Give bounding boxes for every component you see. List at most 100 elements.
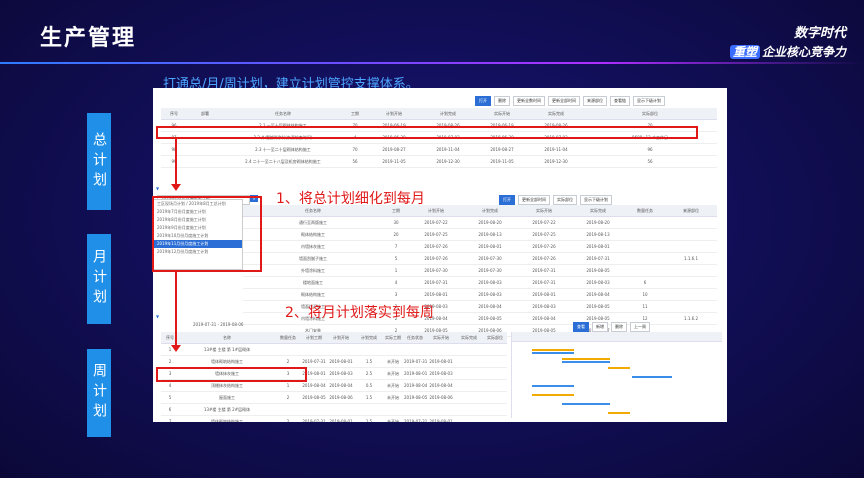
gantt-bar <box>632 376 672 378</box>
table-cell <box>403 403 427 416</box>
table-cell: 2019-07-26 <box>409 252 463 265</box>
table-cell <box>187 143 223 156</box>
table-cell: 2019-12-30 <box>421 155 475 168</box>
table-cell <box>483 391 507 404</box>
toolbar-button[interactable]: 打开 <box>475 96 491 106</box>
table-cell: 2019-11-05 <box>367 155 421 168</box>
toolbar-button[interactable]: 新增 <box>592 322 608 332</box>
toolbar-button[interactable]: 上一周 <box>630 322 650 332</box>
toolbar-button[interactable]: 删除 <box>611 322 627 332</box>
table-row[interactable]: 7 墙体砌筑结构施工 2 2019-07-31 2019-08-01 1.5 未开始 2019… <box>161 415 507 422</box>
page-title: 生产管理 <box>40 26 137 51</box>
column-header: 实际开始 <box>517 205 571 217</box>
table-cell: 2019-08-27 <box>475 143 529 156</box>
table-cell: 2019-08-03 <box>327 367 355 380</box>
table-cell: 2019-11-04 <box>529 143 583 156</box>
table-cell: 1.1.6.1 <box>665 252 717 265</box>
column-header: 实际完成 <box>529 108 583 120</box>
week-plan-label: ▼ <box>156 314 160 319</box>
table-row[interactable]: 楼地面施工 4 2019-07-31 2019-08-03 2019-07-31 2019… <box>243 276 717 289</box>
table-cell: 未开始 <box>383 379 403 392</box>
table-cell: 3 <box>383 288 409 301</box>
table-cell: 2019-08-03 <box>517 300 571 313</box>
table-cell: 2019-07-31 <box>517 264 571 277</box>
table-row[interactable]: 2 墙体砌筑结构施工 2 2019-07-31 2019-08-01 1.5 未开始 2019… <box>161 355 507 368</box>
table-cell <box>483 379 507 392</box>
table-cell: 2019-11-04 <box>421 143 475 156</box>
table-cell: 2019-07-26 <box>517 252 571 265</box>
table-cell: 2019-07-31 <box>301 415 327 422</box>
brand-line1: 数字时代 <box>793 26 846 41</box>
toolbar-button[interactable]: 实际部位 <box>553 195 577 205</box>
toolbar-button[interactable]: 删除 <box>494 96 510 106</box>
brand-line2: 重塑 企业核心竞争力 <box>729 43 846 60</box>
gantt-bar <box>532 394 574 396</box>
table-cell: 6 <box>625 276 665 289</box>
column-header: 计划完成 <box>355 332 383 344</box>
table-row[interactable]: 砌体结构施工 20 2019-07-25 2019-08-13 2019-07-25 20… <box>243 228 717 241</box>
table-row[interactable]: 墙面刮腻子施工 5 2019-07-26 2019-07-30 2019-07-26 20… <box>243 252 717 265</box>
column-header: 任务状态 <box>403 332 427 344</box>
toolbar-button[interactable]: 更新全部时间 <box>518 195 550 205</box>
table-cell: 2019-08-05 <box>571 264 625 277</box>
table-cell <box>665 264 717 277</box>
arrow-head <box>171 184 181 191</box>
table-cell: 2019-08-06 <box>327 391 355 404</box>
table-cell: 2019-08-01 <box>427 355 455 368</box>
table-cell: 2019-08-05 <box>301 391 327 404</box>
gantt-bar <box>532 349 574 351</box>
table-cell: 未开始 <box>383 367 403 380</box>
table-cell: 5 <box>383 252 409 265</box>
table-cell: 2019-08-04 <box>517 312 571 325</box>
gantt-bar <box>608 367 630 369</box>
table-cell: 2019-08-03 <box>427 367 455 380</box>
table-cell: 7 <box>161 415 179 422</box>
highlight-master-row <box>156 126 698 139</box>
table-cell: 2019-08-05 <box>571 300 625 313</box>
table-row[interactable]: 内墙抹灰施工 7 2019-07-26 2019-08-01 2019-07-26 201… <box>243 240 717 253</box>
arrow-line <box>175 272 177 346</box>
gantt-bar <box>532 385 574 387</box>
toolbar-button[interactable]: 更新全数时间 <box>513 96 545 106</box>
table-cell: 墙体砌筑结构施工 <box>179 355 275 368</box>
table-cell: 外墙涂料施工 <box>243 264 383 277</box>
table-cell: 2019-08-01 <box>517 288 571 301</box>
table-cell: 96 <box>583 143 717 156</box>
toolbar-button[interactable]: 打开 <box>499 195 515 205</box>
table-row[interactable]: 外墙涂料施工 1 2019-07-30 2019-07-30 2019-07-31 201… <box>243 264 717 277</box>
table-cell: 2019-07-31 <box>517 276 571 289</box>
table-row[interactable]: 6 13#楼 主楼 第 2#层砌体 <box>161 403 507 416</box>
toolbar-button[interactable]: 显示下级计划 <box>633 96 665 106</box>
table-cell <box>301 403 327 416</box>
table-cell: 2019-08-03 <box>571 276 625 289</box>
table-row[interactable]: 通行至两版施工 30 2019-07-22 2019-08-20 2019-07-22 2… <box>243 216 717 229</box>
toolbar-button[interactable]: 查看 <box>573 322 589 332</box>
table-row[interactable]: 1 13#楼 主楼 第 1#层砌体 <box>161 343 507 356</box>
table-cell: 2.3 十一至二十层砌体结构施工 <box>223 143 343 156</box>
table-cell: 0.5 <box>355 379 383 392</box>
toolbar-button[interactable]: 更新全部时间 <box>548 96 580 106</box>
table-cell <box>187 155 223 168</box>
table-row[interactable]: 99 2.4 二十一至二十八层及机房砌体结构施工 56 2019-11-05 2019-… <box>161 155 717 168</box>
table-cell: 2019-07-31 <box>409 276 463 289</box>
table-row[interactable]: 砌体结构施工 3 2019-08-01 2019-08-03 2019-08-01 201… <box>243 288 717 301</box>
side-label-master: 总计划 <box>87 113 111 210</box>
table-cell: 2019-08-01 <box>409 288 463 301</box>
table-cell: 1.5 <box>355 355 383 368</box>
table-cell <box>455 355 483 368</box>
highlight-week-row <box>156 367 307 382</box>
column-header: 实际完成 <box>571 205 625 217</box>
table-cell: 2019-08-01 <box>403 367 427 380</box>
toolbar-button[interactable]: 来源部位 <box>583 96 607 106</box>
table-row[interactable]: 5 屋面施工 2 2019-08-05 2019-08-06 1.5 未开始 2019-08-… <box>161 391 507 404</box>
table-cell: 通行至两版施工 <box>243 216 383 229</box>
gantt-header <box>512 332 722 342</box>
toolbar-button[interactable]: 查看链 <box>610 96 630 106</box>
table-cell <box>427 343 455 356</box>
table-cell <box>427 403 455 416</box>
toolbar-button[interactable]: 显示下级计划 <box>580 195 612 205</box>
table-cell: 2019-07-30 <box>463 252 517 265</box>
table-row[interactable]: 98 2.3 十一至二十层砌体结构施工 70 2019-08-27 2019-11-04… <box>161 143 717 156</box>
table-cell: 未开始 <box>383 391 403 404</box>
week-toolbar: 查看 新增 删除 上一周 <box>573 322 650 332</box>
